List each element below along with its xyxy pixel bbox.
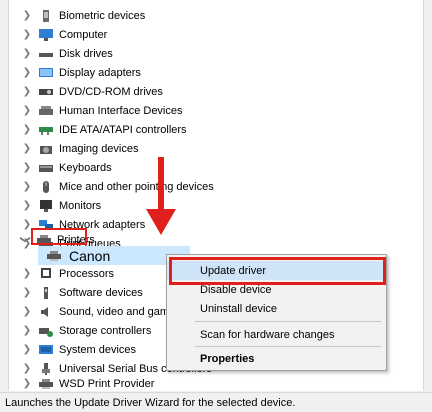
tree-item-ide[interactable]: ❯ IDE ATA/ATAPI controllers <box>9 120 423 139</box>
menu-item-label: Uninstall device <box>200 302 278 315</box>
system-device-icon <box>39 344 53 356</box>
chevron-down-icon[interactable]: ❯ <box>20 235 31 245</box>
menu-item-label: Scan for hardware changes <box>200 328 335 341</box>
tree-item-dvd-drives[interactable]: ❯ DVD/CD-ROM drives <box>9 82 423 101</box>
menu-separator <box>195 346 381 347</box>
tree-item-wsd[interactable]: ❯ WSD Print Provider <box>9 374 423 393</box>
tree-item-label: WSD Print Provider <box>59 377 155 390</box>
tree-item-monitors[interactable]: ❯ Monitors <box>9 196 423 215</box>
tree-item-disk-drives[interactable]: ❯ Disk drives <box>9 44 423 63</box>
ide-controller-icon <box>39 124 53 136</box>
tree-item-label: IDE ATA/ATAPI controllers <box>59 123 187 136</box>
storage-controller-icon <box>39 325 53 337</box>
tree-item-label: Monitors <box>59 199 102 212</box>
chevron-right-icon[interactable]: ❯ <box>22 10 32 21</box>
disk-drive-icon <box>39 48 53 60</box>
mouse-icon <box>39 180 53 193</box>
tree-item-label: Software devices <box>59 286 143 299</box>
chevron-right-icon[interactable]: ❯ <box>22 268 32 279</box>
menu-item-label: Properties <box>200 352 255 365</box>
tree-item-label: Biometric devices <box>59 9 146 22</box>
chevron-right-icon[interactable]: ❯ <box>22 48 32 59</box>
menu-item-properties[interactable]: Properties <box>167 349 386 368</box>
tree-item-label: Storage controllers <box>59 324 152 337</box>
menu-separator <box>195 321 381 322</box>
software-device-icon <box>39 286 53 299</box>
chevron-right-icon[interactable]: ❯ <box>22 306 32 317</box>
chevron-right-icon[interactable]: ❯ <box>22 124 32 135</box>
tree-item-label: Display adapters <box>59 66 141 79</box>
tree-item-mice[interactable]: ❯ Mice and other pointing devices <box>9 177 423 196</box>
update-driver-highlight-box <box>169 257 386 285</box>
tree-item-imaging[interactable]: ❯ Imaging devices <box>9 139 423 158</box>
tree-item-label: Canon <box>69 247 111 264</box>
tree-item-label: DVD/CD-ROM drives <box>59 85 163 98</box>
tree-item-label: Imaging devices <box>59 142 139 155</box>
chevron-right-icon[interactable]: ❯ <box>22 363 32 374</box>
chevron-right-icon[interactable]: ❯ <box>22 200 32 211</box>
chevron-right-icon[interactable]: ❯ <box>22 344 32 355</box>
biometric-icon <box>39 9 53 22</box>
printer-icon <box>39 378 53 390</box>
device-manager-window: ❯ Biometric devices ❯ Computer ❯ Disk dr… <box>0 0 432 412</box>
tree-item-label: Computer <box>59 28 108 41</box>
tree-item-label: Human Interface Devices <box>59 104 183 117</box>
dvd-drive-icon <box>39 86 53 98</box>
printers-highlight-box <box>31 228 87 245</box>
tree-item-label: Mice and other pointing devices <box>59 180 214 193</box>
tree-item-display-adapters[interactable]: ❯ Display adapters <box>9 63 423 82</box>
tree-item-hid[interactable]: ❯ Human Interface Devices <box>9 101 423 120</box>
chevron-right-icon[interactable]: ❯ <box>22 325 32 336</box>
tree-item-label: Processors <box>59 267 115 280</box>
chevron-right-icon[interactable]: ❯ <box>22 86 32 97</box>
tree-item-label: Disk drives <box>59 47 113 60</box>
chevron-right-icon[interactable]: ❯ <box>22 29 32 40</box>
red-arrow-annotation <box>146 157 176 235</box>
monitor-icon <box>39 199 53 212</box>
usb-icon <box>39 362 53 375</box>
chevron-right-icon[interactable]: ❯ <box>22 378 32 389</box>
computer-icon <box>39 28 53 41</box>
tree-item-label: System devices <box>59 343 137 356</box>
tree-item-keyboards[interactable]: ❯ Keyboards <box>9 158 423 177</box>
chevron-right-icon[interactable]: ❯ <box>22 181 32 192</box>
chevron-right-icon[interactable]: ❯ <box>22 287 32 298</box>
status-text: Launches the Update Driver Wizard for th… <box>5 396 296 409</box>
keyboard-icon <box>39 162 53 174</box>
hid-icon <box>39 105 53 117</box>
menu-item-label: Disable device <box>200 283 272 296</box>
camera-icon <box>39 143 53 155</box>
speaker-icon <box>39 306 53 318</box>
processor-icon <box>39 267 53 280</box>
chevron-right-icon[interactable]: ❯ <box>22 162 32 173</box>
menu-item-uninstall-device[interactable]: Uninstall device <box>167 299 386 318</box>
status-bar: Launches the Update Driver Wizard for th… <box>0 392 432 412</box>
printer-icon <box>47 250 61 262</box>
tree-item-computer[interactable]: ❯ Computer <box>9 25 423 44</box>
chevron-right-icon[interactable]: ❯ <box>22 67 32 78</box>
display-adapter-icon <box>39 67 53 79</box>
tree-item-biometric[interactable]: ❯ Biometric devices <box>9 6 423 25</box>
chevron-right-icon[interactable]: ❯ <box>22 143 32 154</box>
chevron-right-icon[interactable]: ❯ <box>22 105 32 116</box>
menu-item-scan-hardware[interactable]: Scan for hardware changes <box>167 325 386 344</box>
tree-item-label: Keyboards <box>59 161 112 174</box>
